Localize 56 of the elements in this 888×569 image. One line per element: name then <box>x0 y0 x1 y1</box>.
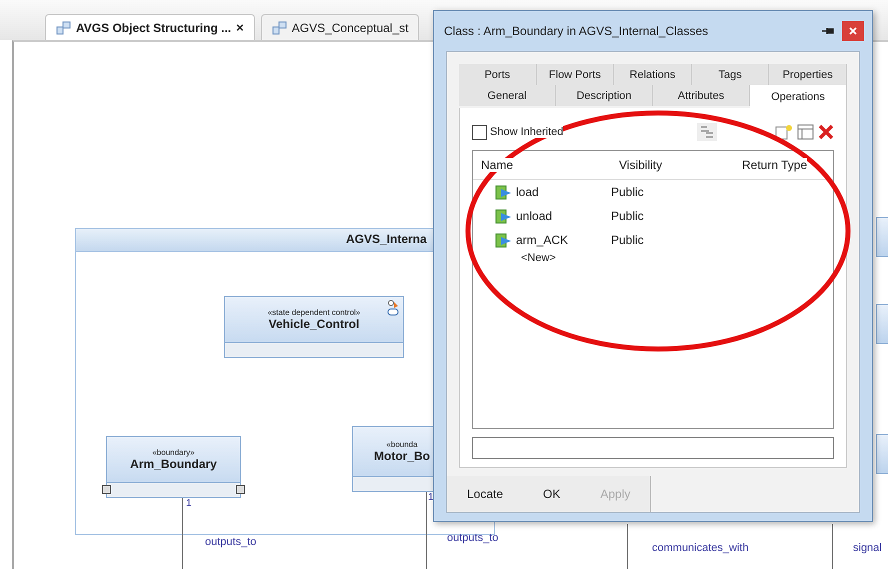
association-label: outputs_to <box>205 536 256 548</box>
operation-name[interactable]: unload <box>473 208 603 224</box>
column-header[interactable]: Visibility <box>611 158 734 172</box>
dialog-tab[interactable]: Ports <box>459 64 537 85</box>
package-title: AGVS_Interna <box>346 232 427 246</box>
multiplicity-label: 1 <box>428 492 434 503</box>
visibility-value: Public <box>610 209 644 223</box>
association-label: outputs_to <box>447 532 498 544</box>
operation-name[interactable]: arm_ACK <box>473 232 603 248</box>
stereotype-label: «state dependent control» <box>268 308 360 317</box>
port-square[interactable] <box>102 485 111 494</box>
input-field[interactable] <box>472 437 834 459</box>
visibility-value: Public <box>610 185 644 199</box>
class-box[interactable]: «state dependent control» Vehicle_Control <box>224 296 404 358</box>
association-label: signal <box>853 542 882 554</box>
pin-icon[interactable] <box>822 27 834 35</box>
association-label: communicates_with <box>652 542 749 554</box>
dialog-tab[interactable]: Flow Ports <box>536 64 614 85</box>
connector-line <box>627 524 628 569</box>
class-name: Motor_Bo <box>374 449 430 463</box>
visibility-value: Public <box>610 233 644 247</box>
stereotype-label: «boundary» <box>152 448 195 457</box>
show-inherited-checkbox[interactable]: Show Inherited <box>472 124 564 140</box>
operation-icon <box>495 184 512 200</box>
diagram-icon <box>56 20 71 34</box>
close-icon <box>849 27 857 35</box>
close-button[interactable] <box>842 21 864 41</box>
dialog-tab[interactable]: Tags <box>692 64 770 85</box>
list-icon[interactable] <box>797 124 814 140</box>
statechart-icon <box>387 300 399 316</box>
column-header[interactable]: Name <box>473 158 611 172</box>
editor-tab[interactable]: AVGS Object Structuring ... × <box>45 14 255 40</box>
multiplicity-label: 1 <box>186 498 192 509</box>
dialog-button[interactable]: OK <box>523 476 580 512</box>
operation-icon <box>495 208 512 224</box>
port-square[interactable] <box>236 485 245 494</box>
operation-name[interactable]: load <box>473 184 603 200</box>
new-item-icon[interactable] <box>775 124 793 140</box>
new-operation-row[interactable]: <New> <box>473 252 833 272</box>
dialog-tab[interactable]: Relations <box>614 64 692 85</box>
dialog-tab[interactable]: Operations <box>750 85 847 108</box>
dialog-tab[interactable]: Properties <box>769 64 847 85</box>
diagram-icon <box>272 20 287 34</box>
connector-line <box>182 498 183 569</box>
dialog-title: Class : Arm_Boundary in AGVS_Internal_Classes <box>444 24 710 38</box>
checkbox-label[interactable]: Show Inherited <box>490 126 564 138</box>
class-name: Vehicle_Control <box>268 317 360 331</box>
stereotype-label: «bounda <box>386 440 418 449</box>
editor-tab[interactable]: AGVS_Conceptual_st <box>260 14 420 40</box>
connector-line <box>832 524 833 569</box>
dialog-tab[interactable]: Description <box>556 85 653 106</box>
dialog-tab[interactable]: Attributes <box>653 85 750 106</box>
class-name: Arm_Boundary <box>130 457 217 471</box>
dialog-tab[interactable]: General <box>459 85 556 106</box>
delete-icon[interactable] <box>818 124 834 140</box>
operation-icon <box>495 232 512 248</box>
